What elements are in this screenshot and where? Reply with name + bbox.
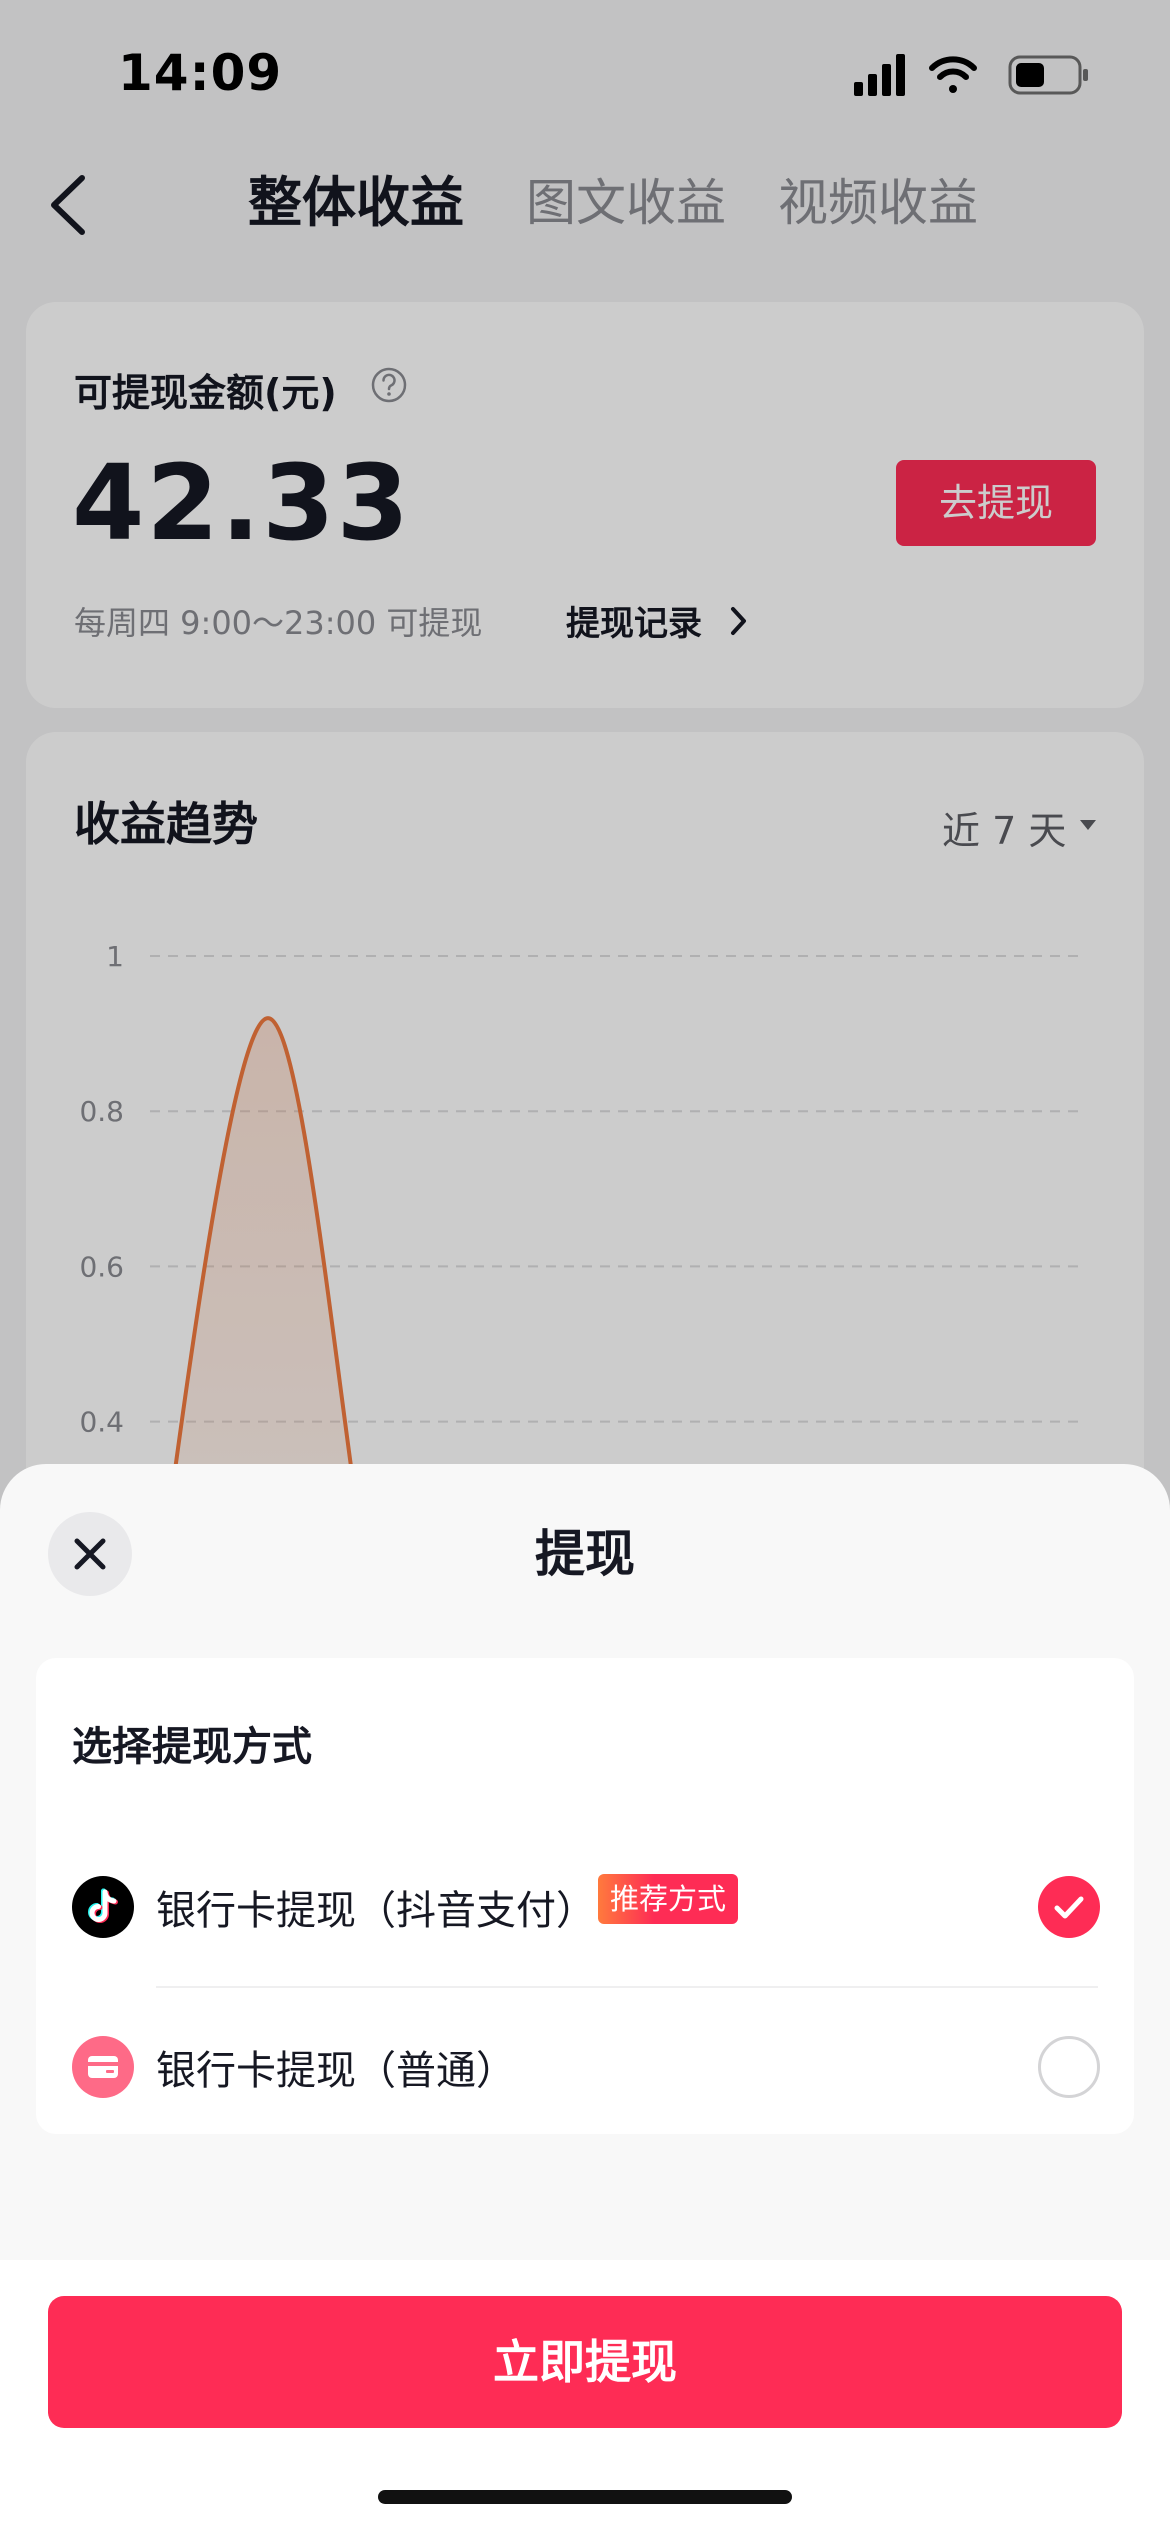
option-label: 银行卡提现（抖音支付） — [156, 1888, 596, 1934]
option-bank-card[interactable]: 银行卡提现（普通） — [36, 1988, 1134, 2148]
home-indicator — [378, 2490, 792, 2504]
option-douyin-pay[interactable]: 银行卡提现（抖音支付） 推荐方式 — [36, 1828, 1134, 1988]
recommended-badge: 推荐方式 — [598, 1874, 739, 1924]
withdraw-now-button[interactable]: 立即提现 — [48, 2296, 1122, 2428]
check-icon — [1054, 1896, 1084, 1919]
option-label: 银行卡提现（普通） — [156, 2048, 516, 2094]
bank-card-icon — [72, 2036, 134, 2098]
radio-selected[interactable] — [1038, 1876, 1100, 1938]
withdraw-method-list: 选择提现方式 银行卡提现（抖音支付） 推荐方式 银行卡提现（普通） — [36, 1658, 1134, 2134]
radio-unselected[interactable] — [1038, 2036, 1100, 2098]
withdraw-sheet: 提现 选择提现方式 银行卡提现（抖音支付） 推荐方式 银行卡提现（普通） 立即提… — [0, 1464, 1170, 2532]
sheet-footer: 立即提现 — [0, 2260, 1170, 2532]
douyin-icon — [72, 1876, 134, 1938]
options-heading: 选择提现方式 — [72, 1724, 312, 1770]
sheet-title: 提现 — [535, 1525, 635, 1583]
